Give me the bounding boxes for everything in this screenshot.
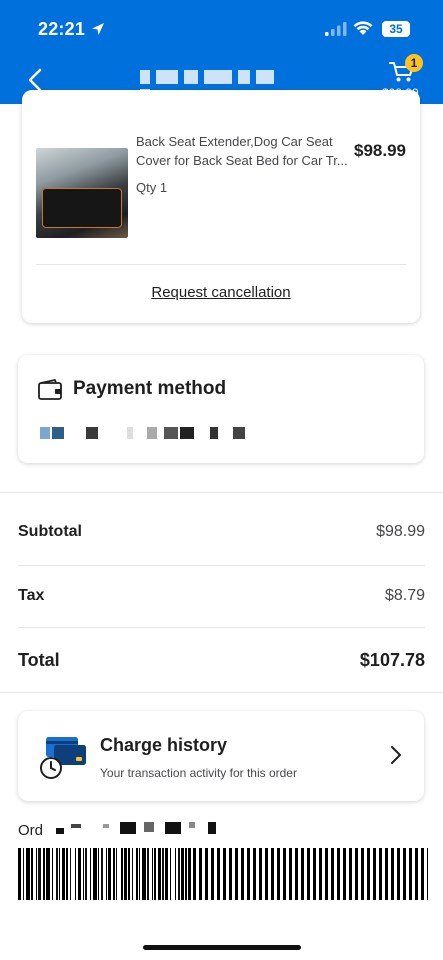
- status-bar: 22:21 35: [0, 0, 443, 56]
- request-cancellation-link[interactable]: Request cancellation: [22, 284, 420, 301]
- wallet-icon: [38, 379, 62, 400]
- location-arrow-icon: [92, 23, 104, 35]
- payment-method-title: Payment method: [73, 378, 227, 399]
- chevron-right-icon: [391, 746, 401, 764]
- order-barcode: [18, 848, 428, 900]
- tax-label: Tax: [18, 587, 45, 604]
- product-image[interactable]: [36, 148, 128, 238]
- product-name[interactable]: Back Seat Extender,Dog Car Seat Cover fo…: [136, 132, 351, 170]
- page-title-redacted: [140, 70, 295, 103]
- divider: [36, 264, 406, 265]
- payment-details-redacted: [40, 427, 247, 439]
- order-item-card: Back Seat Extender,Dog Car Seat Cover fo…: [22, 90, 420, 323]
- cellular-signal-icon: [325, 22, 347, 36]
- charge-history-subtitle: Your transaction activity for this order: [100, 766, 297, 780]
- product-price: $98.99: [354, 141, 406, 160]
- divider: [18, 565, 425, 566]
- charge-history-card[interactable]: Charge history Your transaction activity…: [18, 711, 424, 801]
- divider: [0, 692, 443, 693]
- payment-method-card: Payment method: [18, 355, 424, 463]
- card-clock-icon: [40, 737, 86, 779]
- order-number-label: Ord: [18, 822, 44, 839]
- divider: [18, 627, 425, 628]
- home-indicator[interactable]: [143, 945, 301, 950]
- divider: [0, 492, 443, 493]
- order-number-redacted: [56, 822, 219, 838]
- status-time: 22:21: [38, 19, 86, 39]
- charge-history-title: Charge history: [100, 735, 228, 755]
- tax-value: $8.79: [384, 587, 425, 604]
- product-quantity: Qty 1: [136, 180, 168, 195]
- total-label: Total: [18, 650, 60, 670]
- cart-count-badge: 1: [405, 54, 423, 72]
- battery-icon: 35: [382, 21, 410, 37]
- wifi-icon: [353, 21, 373, 35]
- subtotal-value: $98.99: [376, 523, 425, 540]
- total-value: $107.78: [359, 650, 425, 670]
- subtotal-label: Subtotal: [18, 523, 82, 540]
